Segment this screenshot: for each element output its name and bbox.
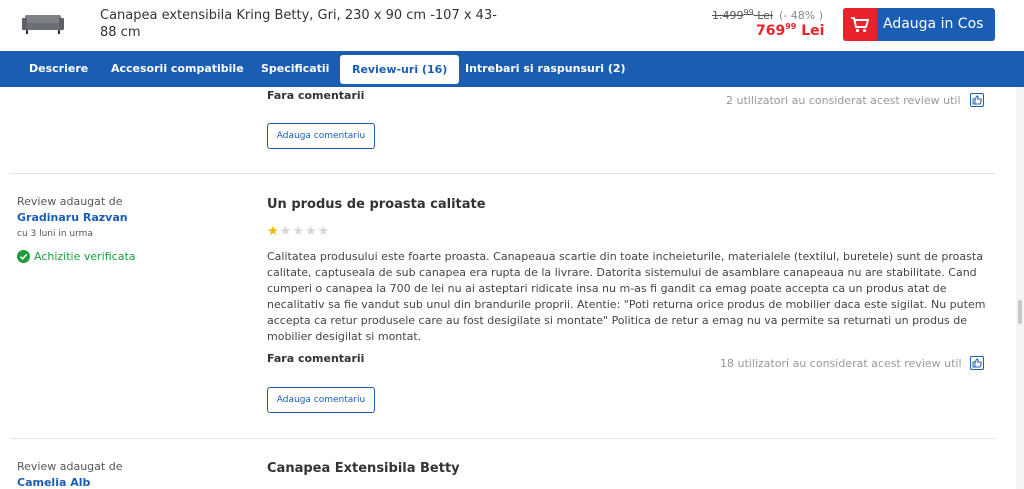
review-title: Un produs de proasta calitate	[267, 197, 486, 212]
review-meta-label: Review adaugat de	[17, 460, 123, 473]
product-thumbnail	[22, 15, 64, 34]
new-price: 76999 Lei	[756, 22, 825, 39]
review-divider	[10, 173, 995, 174]
review-divider	[10, 438, 995, 439]
review-meta-label: Review adaugat de	[17, 195, 123, 208]
check-circle-icon	[17, 250, 30, 263]
tab-descriere[interactable]: Descriere	[29, 51, 88, 87]
verified-label: Achizitie verificata	[34, 250, 136, 263]
product-header: Canapea extensibila Kring Betty, Gri, 23…	[0, 0, 1024, 51]
add-comment-button[interactable]: Adauga comentariu	[267, 387, 375, 413]
helpful-count: 2 utilizatori au considerat acest review…	[726, 94, 961, 107]
star-icon: ★	[267, 224, 279, 239]
review-author[interactable]: Gradinaru Razvan	[17, 211, 128, 224]
star-icon: ★	[279, 224, 292, 239]
discount-badge: (- 48% )	[779, 9, 823, 22]
thumbs-up-icon[interactable]	[970, 93, 984, 107]
review-title: Canapea Extensibila Betty	[267, 461, 460, 476]
scrollbar-thumb[interactable]	[1018, 300, 1022, 324]
page-scrollbar[interactable]	[1016, 87, 1024, 489]
add-comment-button[interactable]: Adauga comentariu	[267, 123, 375, 149]
star-icon: ★	[317, 224, 330, 239]
comments-label: Fara comentarii	[267, 352, 365, 365]
product-title: Canapea extensibila Kring Betty, Gri, 23…	[100, 8, 497, 40]
star-icon: ★	[304, 224, 317, 239]
review-time: cu 3 luni in urma	[17, 229, 93, 239]
review-author[interactable]: Camelia Alb	[17, 476, 90, 489]
cart-icon	[843, 8, 877, 41]
product-tabs: Descriere Accesorii compatibile Specific…	[0, 51, 1024, 87]
tab-reviews[interactable]: Review-uri (16)	[340, 55, 460, 84]
old-price: 1.49999 Lei	[712, 8, 773, 22]
add-to-cart-label: Adauga in Cos	[883, 16, 984, 32]
review-body: Calitatea produsului este foarte proasta…	[267, 250, 986, 343]
star-icon: ★	[292, 224, 304, 239]
reviews-section: Fara comentarii 2 utilizatori au conside…	[0, 87, 1024, 489]
verified-purchase-badge: Achizitie verificata	[17, 250, 136, 263]
rating-stars: ★ ★ ★ ★ ★	[267, 225, 329, 238]
comments-label: Fara comentarii	[267, 89, 365, 102]
helpful-count: 18 utilizatori au considerat acest revie…	[720, 357, 962, 370]
tab-intrebari[interactable]: Intrebari si raspunsuri (2)	[465, 51, 626, 87]
tab-specificatii[interactable]: Specificatii	[261, 51, 329, 87]
thumbs-up-icon[interactable]	[970, 356, 984, 370]
add-to-cart-button[interactable]: Adauga in Cos	[843, 8, 995, 41]
tab-accesorii[interactable]: Accesorii compatibile	[111, 51, 244, 87]
